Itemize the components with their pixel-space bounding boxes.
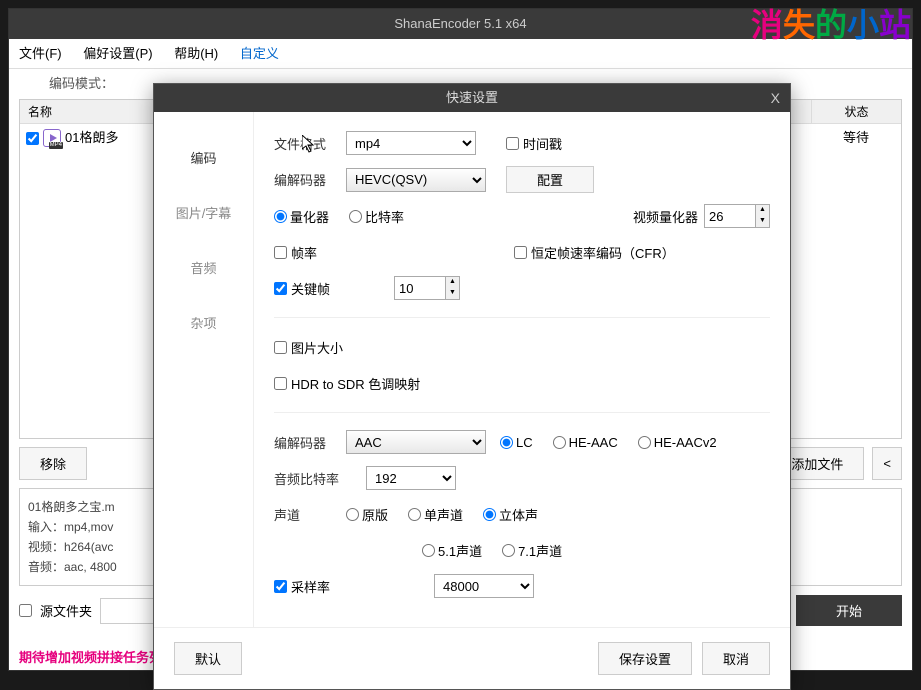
lc-radio[interactable]: LC [500,435,533,450]
heaacv2-radio[interactable]: HE-AACv2 [638,435,717,450]
menu-file[interactable]: 文件(F) [19,46,62,61]
srcfolder-label: 源文件夹 [40,601,92,620]
fps-checkbox[interactable] [274,246,287,259]
ch-51-radio[interactable]: 5.1声道 [422,541,482,560]
menu-help[interactable]: 帮助(H) [174,46,218,61]
channel-label: 声道 [274,505,346,524]
remove-button[interactable]: 移除 [19,447,87,480]
srcfolder-checkbox[interactable] [19,604,32,617]
play-icon: MP4 [43,129,61,147]
cancel-button[interactable]: 取消 [702,642,770,675]
picsize-checkbox[interactable] [274,341,287,354]
codec-select[interactable]: HEVC(QSV) [346,168,486,192]
tab-picture[interactable]: 图片/字幕 [154,185,253,240]
codec-label: 编解码器 [274,170,346,189]
sample-checkbox[interactable] [274,580,287,593]
format-label: 文件格式 [274,134,346,153]
dialog-title: 快速设置 X [154,84,790,112]
close-icon[interactable]: X [771,84,780,112]
keyframe-spinner[interactable]: ▲▼ [394,276,460,300]
menubar: 文件(F) 偏好设置(P) 帮助(H) 自定义 [9,39,912,69]
tab-audio[interactable]: 音频 [154,240,253,295]
hdr-checkbox[interactable] [274,377,287,390]
titlebar: ShanaEncoder 5.1 x64 [9,9,912,39]
ch-71-radio[interactable]: 7.1声道 [502,541,562,560]
heaac-radio[interactable]: HE-AAC [553,435,618,450]
start-button[interactable]: 开始 [796,595,902,626]
ch-orig-radio[interactable]: 原版 [346,505,388,524]
menu-pref[interactable]: 偏好设置(P) [83,46,152,61]
ch-stereo-radio[interactable]: 立体声 [483,505,538,524]
tab-encode[interactable]: 编码 [154,130,253,185]
default-button[interactable]: 默认 [174,642,242,675]
format-select[interactable]: mp4 [346,131,476,155]
vq-label: 视频量化器 [633,207,698,226]
row-checkbox[interactable] [26,132,39,145]
abitrate-label: 音频比特率 [274,469,346,488]
timestamp-checkbox[interactable] [506,137,519,150]
abitrate-select[interactable]: 192 [366,466,456,490]
menu-custom[interactable]: 自定义 [240,46,279,61]
col-status[interactable]: 状态 [811,100,901,123]
cfr-label: 恒定帧速率编码（CFR） [531,243,675,262]
lt-button[interactable]: < [872,447,902,480]
quick-settings-dialog: 快速设置 X 编码 图片/字幕 音频 杂项 文件格式 mp4 时间戳 编解码器 … [153,83,791,690]
timestamp-label: 时间戳 [523,134,562,153]
acodec-label: 编解码器 [274,433,346,452]
quantizer-radio[interactable]: 量化器 [274,207,329,226]
chevron-up-icon[interactable]: ▲ [756,205,769,216]
ch-mono-radio[interactable]: 单声道 [408,505,463,524]
tab-misc[interactable]: 杂项 [154,295,253,350]
acodec-select[interactable]: AAC [346,430,486,454]
cfr-checkbox[interactable] [514,246,527,259]
bitrate-radio[interactable]: 比特率 [349,207,404,226]
save-button[interactable]: 保存设置 [598,642,692,675]
keyframe-checkbox[interactable] [274,282,287,295]
vq-spinner[interactable]: ▲▼ [704,204,770,228]
chevron-down-icon[interactable]: ▼ [756,216,769,227]
file-status: 等待 [811,124,901,152]
config-button[interactable]: 配置 [506,166,594,193]
sample-select[interactable]: 48000 [434,574,534,598]
